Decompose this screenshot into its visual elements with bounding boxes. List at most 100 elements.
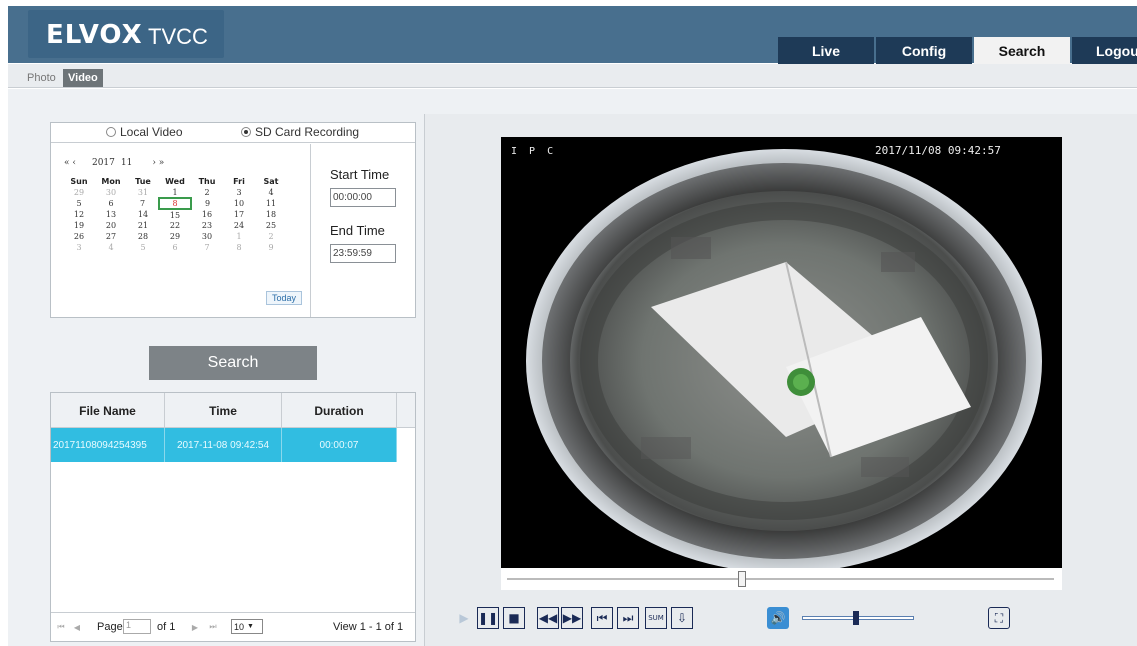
radio-circle-icon [106, 127, 116, 137]
calendar-day[interactable]: 23 [191, 220, 223, 231]
slow-icon[interactable]: ◀◀ [537, 607, 559, 629]
today-button[interactable]: Today [266, 291, 302, 305]
calendar-header: « ‹ 2017 11 › » [64, 157, 224, 169]
calendar-day[interactable]: 17 [223, 209, 255, 220]
calendar-day[interactable]: 6 [159, 242, 191, 253]
calendar-day[interactable]: 28 [127, 231, 159, 242]
pause-icon[interactable]: ❚❚ [477, 607, 499, 629]
radio-local-video[interactable]: Local Video [106, 125, 183, 139]
video-player[interactable]: I P C 2017/11/08 09:42:57 [501, 137, 1062, 568]
play-icon[interactable]: ▶ [453, 607, 475, 629]
calendar-day[interactable]: 20 [95, 220, 127, 231]
tab-search[interactable]: Search [974, 37, 1070, 64]
column-duration[interactable]: Duration [282, 393, 397, 428]
table-row[interactable]: 20171108094254395 2017-11-08 09:42:54 00… [51, 428, 397, 462]
search-button[interactable]: Search [149, 346, 317, 380]
calendar-day[interactable]: 2 [191, 187, 223, 198]
download-icon[interactable]: ⇩ [671, 607, 693, 629]
calendar-day[interactable]: 14 [127, 209, 159, 220]
volume-icon[interactable]: 🔊 [767, 607, 789, 629]
calendar-prev-icon[interactable]: « ‹ [64, 158, 76, 168]
calendar-day[interactable]: 8 [223, 242, 255, 253]
subtab-photo[interactable]: Photo [22, 69, 61, 87]
first-page-icon[interactable]: ⏮ [55, 621, 67, 633]
calendar-day[interactable]: 2 [255, 231, 287, 242]
header-bar: ELVOX TVCC Live Config Search Logout [8, 6, 1137, 64]
calendar-day[interactable]: 1 [159, 187, 191, 198]
calendar-day[interactable]: 30 [191, 231, 223, 242]
page-number-input[interactable]: 1 [123, 619, 151, 634]
calendar-day[interactable]: 29 [63, 187, 95, 198]
sub-tab-bar: Photo Video [8, 64, 1137, 88]
stop-icon[interactable]: ■ [503, 607, 525, 629]
radio-local-label: Local Video [120, 125, 183, 139]
next-frame-icon[interactable]: ⏭ [617, 607, 639, 629]
logo: ELVOX TVCC [28, 10, 224, 58]
calendar-day[interactable]: 15 [159, 209, 191, 220]
volume-handle[interactable] [852, 611, 859, 625]
calendar-day[interactable]: 6 [95, 198, 127, 209]
seek-handle[interactable] [738, 571, 747, 587]
calendar-day[interactable]: 12 [63, 209, 95, 220]
cell-duration: 00:00:07 [282, 428, 397, 462]
calendar-day[interactable]: 19 [63, 220, 95, 231]
prev-frame-icon[interactable]: ⏮ [591, 607, 613, 629]
calendar-next-icon[interactable]: › » [152, 158, 164, 168]
calendar-day[interactable]: 24 [223, 220, 255, 231]
calendar-day[interactable]: 21 [127, 220, 159, 231]
calendar-day[interactable]: 1 [223, 231, 255, 242]
page-label: Page [97, 621, 123, 633]
calendar-day[interactable]: 11 [255, 198, 287, 209]
tab-live[interactable]: Live [778, 37, 874, 64]
calendar-day[interactable]: 26 [63, 231, 95, 242]
calendar-day[interactable]: 9 [255, 242, 287, 253]
seek-bar[interactable] [501, 568, 1062, 590]
calendar-day[interactable]: 5 [63, 198, 95, 209]
calendar-day[interactable]: 29 [159, 231, 191, 242]
calendar-day[interactable]: 16 [191, 209, 223, 220]
calendar-day[interactable]: 31 [127, 187, 159, 198]
calendar-day[interactable]: 3 [63, 242, 95, 253]
radio-sd-card[interactable]: SD Card Recording [241, 125, 359, 139]
playback-controls: ▶ ❚❚ ■ ◀◀ ▶▶ ⏮ ⏭ SUM ⇩ 🔊 ⛶ [425, 594, 1137, 646]
tab-config[interactable]: Config [876, 37, 972, 64]
calendar-day[interactable]: 8 [158, 197, 192, 210]
calendar-day[interactable]: 18 [255, 209, 287, 220]
source-radio-group: Local Video SD Card Recording [51, 123, 415, 143]
fisheye-video-frame [526, 149, 1042, 568]
cell-time: 2017-11-08 09:42:54 [165, 428, 282, 462]
column-file-name[interactable]: File Name [51, 393, 165, 428]
sum-icon[interactable]: SUM [645, 607, 667, 629]
fullscreen-icon[interactable]: ⛶ [988, 607, 1010, 629]
calendar-day[interactable]: 3 [223, 187, 255, 198]
table-header: File Name Time Duration [51, 393, 415, 428]
calendar-day[interactable]: 25 [255, 220, 287, 231]
last-page-icon[interactable]: ⏭ [207, 621, 219, 633]
page-size-select[interactable]: 10 ▼ [231, 619, 263, 634]
calendar-day[interactable]: 7 [127, 198, 159, 209]
osd-timestamp: 2017/11/08 09:42:57 [875, 144, 1001, 157]
calendar-day[interactable]: 4 [255, 187, 287, 198]
calendar-day[interactable]: 7 [191, 242, 223, 253]
calendar-day[interactable]: 9 [191, 198, 223, 209]
calendar-day[interactable]: 10 [223, 198, 255, 209]
calendar-day[interactable]: 22 [159, 220, 191, 231]
calendar-weekday: Wed [165, 176, 185, 186]
prev-page-icon[interactable]: ◀ [71, 621, 83, 633]
fast-icon[interactable]: ▶▶ [561, 607, 583, 629]
calendar-weekday: Thu [198, 176, 216, 186]
calendar-day[interactable]: 30 [95, 187, 127, 198]
calendar-day[interactable]: 5 [127, 242, 159, 253]
subtab-video[interactable]: Video [63, 69, 103, 87]
calendar-day[interactable]: 27 [95, 231, 127, 242]
tab-logout[interactable]: Logout [1072, 37, 1137, 64]
end-time-field[interactable]: 23:59:59 [330, 244, 396, 263]
column-time[interactable]: Time [165, 393, 282, 428]
start-time-field[interactable]: 00:00:00 [330, 188, 396, 207]
seek-track [507, 578, 1054, 580]
next-page-icon[interactable]: ▶ [189, 621, 201, 633]
logo-product: TVCC [148, 24, 208, 49]
calendar-day[interactable]: 4 [95, 242, 127, 253]
calendar-day[interactable]: 13 [95, 209, 127, 220]
cell-file-name: 20171108094254395 [51, 428, 165, 462]
